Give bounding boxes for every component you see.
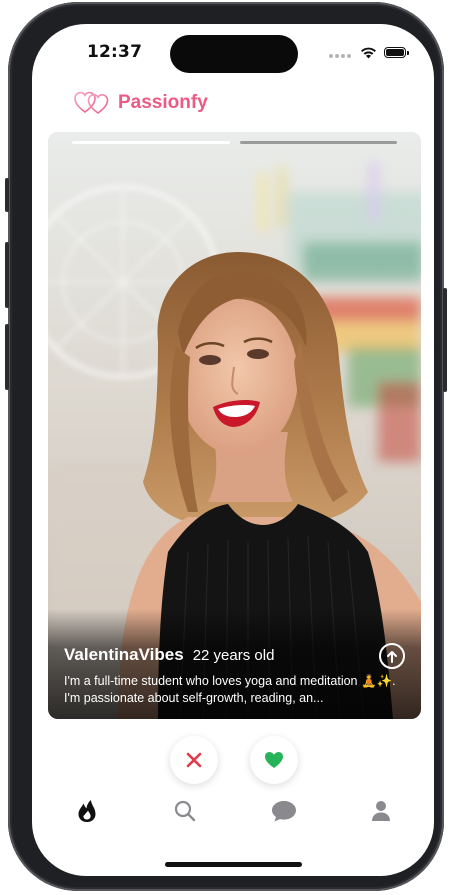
cellular-signal-icon <box>329 43 353 62</box>
power-button <box>443 288 447 392</box>
profile-card[interactable]: ValentinaVibes 22 years old I'm a full-t… <box>48 132 421 719</box>
screen: 12:37 Passionfy ValentinaVibes 22 years … <box>32 24 434 876</box>
profile-age: 22 years old <box>192 647 275 664</box>
brand-name: Passionfy <box>118 92 208 113</box>
x-icon <box>186 752 202 768</box>
flame-icon <box>78 800 96 822</box>
volume-down-button <box>5 324 9 390</box>
wifi-icon <box>361 47 376 58</box>
brand: Passionfy <box>74 90 208 116</box>
action-button <box>5 178 9 212</box>
tab-profile[interactable] <box>366 796 396 826</box>
expand-profile-button[interactable] <box>379 643 405 669</box>
volume-up-button <box>5 242 9 308</box>
tab-messages[interactable] <box>269 796 299 826</box>
battery-icon <box>384 46 409 58</box>
home-indicator[interactable] <box>165 862 302 867</box>
tab-search[interactable] <box>170 796 200 826</box>
heart-icon <box>265 752 283 768</box>
phone-frame: 12:37 Passionfy ValentinaVibes 22 years … <box>5 2 447 891</box>
search-icon <box>174 800 196 822</box>
tab-home[interactable] <box>72 796 102 826</box>
profile-name: ValentinaVibes <box>64 645 184 664</box>
profile-bio: I'm a full-time student who loves yoga a… <box>64 674 396 705</box>
person-icon <box>372 801 390 821</box>
photo-progress <box>72 141 397 144</box>
progress-segment-2 <box>239 141 397 144</box>
status-time: 12:37 <box>87 42 143 62</box>
profile-info: ValentinaVibes 22 years old I'm a full-t… <box>64 645 405 707</box>
dislike-button[interactable] <box>170 736 218 784</box>
chat-bubble-icon <box>272 801 296 822</box>
dynamic-island <box>170 35 298 73</box>
hearts-logo-icon <box>74 91 109 114</box>
status-icons <box>329 43 409 62</box>
like-button[interactable] <box>250 736 298 784</box>
arrow-up-icon <box>387 650 397 663</box>
tab-bar <box>32 796 434 826</box>
progress-segment-1 <box>72 141 230 144</box>
name-row: ValentinaVibes 22 years old <box>64 645 405 665</box>
